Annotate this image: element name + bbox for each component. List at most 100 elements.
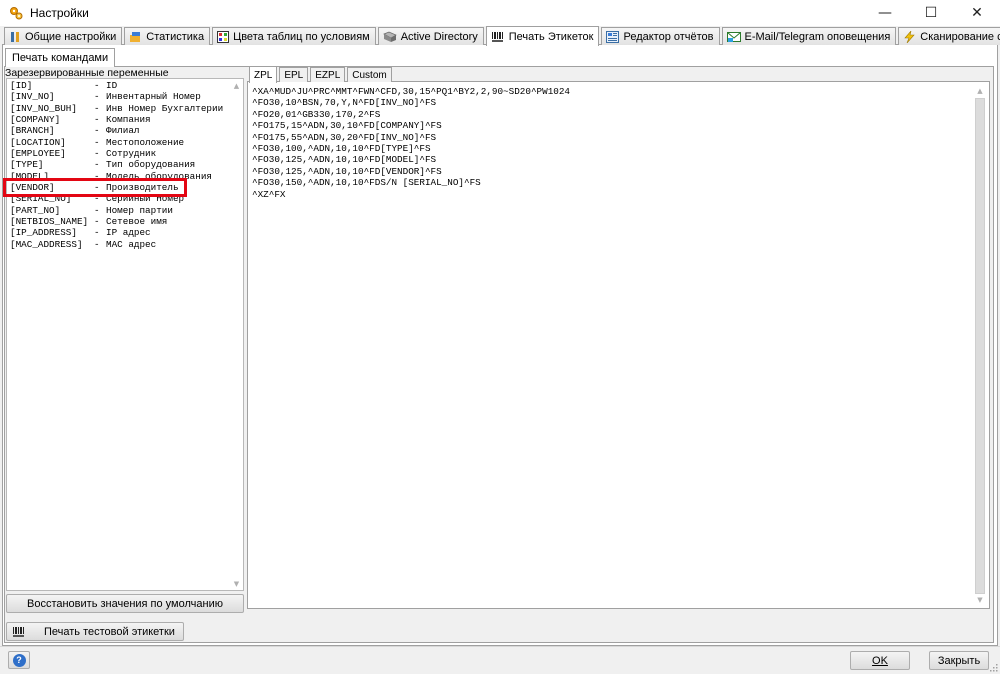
- tab-label: Редактор отчётов: [623, 30, 714, 43]
- variable-row[interactable]: [COMPANY] - Компания: [9, 114, 223, 125]
- variable-separator: -: [94, 216, 100, 228]
- variable-row[interactable]: [NETBIOS_NAME] - Сетевое имя: [9, 216, 223, 227]
- code-line: ^FO175,55^ADN,30,20^FD[INV_NO]^FS: [252, 131, 437, 143]
- variable-description: Тип оборудования: [106, 159, 196, 171]
- code-line: ^FO20,01^GB330,170,2^FS: [252, 108, 381, 120]
- tab-label-printing[interactable]: Печать Этикеток: [485, 26, 600, 46]
- variable-description: MAC адрес: [106, 238, 157, 250]
- variable-description: IP адрес: [106, 227, 151, 239]
- tab-label: Общие настройки: [25, 30, 117, 43]
- variable-separator: -: [94, 159, 100, 171]
- tab-email-telegram[interactable]: E-Mail/Telegram оповещения: [721, 27, 897, 45]
- window-title: Настройки: [30, 6, 89, 20]
- variable-description: Сетевое имя: [106, 216, 168, 228]
- variable-row[interactable]: [INV_NO_BUH] - Инв Номер Бухгалтерии: [9, 103, 223, 114]
- scroll-up-arrow-icon[interactable]: ▲: [973, 84, 987, 98]
- variable-row[interactable]: [EMPLOYEE] - Сотрудник: [9, 148, 223, 159]
- print-test-label-button[interactable]: Печать тестовой этикетки: [6, 622, 184, 641]
- code-line: ^XZ^FX: [252, 188, 286, 200]
- bottom-separator: [0, 646, 1000, 647]
- variable-description: Филиал: [106, 125, 140, 137]
- maximize-button[interactable]: ☐: [908, 0, 954, 26]
- variable-description: Сотрудник: [106, 148, 157, 160]
- variable-row[interactable]: [INV_NO] - Инвентарный Номер: [9, 91, 223, 102]
- code-line: ^XA^MUD^JU^PRC^MMT^FWN^CFD,30,15^PQ1^BY2…: [252, 86, 571, 97]
- tab-report-editor[interactable]: Редактор отчётов: [601, 27, 720, 45]
- variable-name: [EMPLOYEE]: [10, 148, 66, 160]
- variable-separator: -: [94, 125, 100, 137]
- tab-label: E-Mail/Telegram оповещения: [744, 30, 891, 43]
- tab-label: Active Directory: [400, 30, 478, 43]
- ok-button[interactable]: OK: [850, 651, 910, 670]
- close-button[interactable]: Закрыть: [929, 651, 989, 670]
- scroll-up-arrow-icon[interactable]: ▲: [230, 79, 243, 92]
- scroll-down-arrow-icon[interactable]: ▼: [230, 577, 243, 590]
- variable-name: [INV_NO_BUH]: [10, 102, 77, 114]
- variable-name: [PART_NO]: [10, 204, 61, 216]
- code-line: ^FO30,125,^ADN,10,10^FD[VENDOR]^FS: [252, 165, 442, 177]
- editor-tab-strip: ZPL EPL EZPL Custom: [249, 66, 394, 83]
- tab-print-commands[interactable]: Печать командами: [5, 48, 116, 67]
- tab-table-colors[interactable]: Цвета таблиц по условиям: [212, 27, 376, 45]
- main-tab-strip: Общие настройки Статистика Цвета таблиц …: [4, 26, 1000, 46]
- variable-row[interactable]: [LOCATION] - Местоположение: [9, 137, 223, 148]
- variable-row[interactable]: [ID] - ID: [9, 80, 223, 91]
- tab-label: Статистика: [146, 30, 205, 43]
- variable-name: [ID]: [10, 80, 33, 91]
- variable-name: [NETBIOS_NAME]: [10, 216, 89, 228]
- variable-description: Местоположение: [106, 136, 185, 148]
- variable-name: [TYPE]: [10, 159, 44, 171]
- code-line: ^FO30,150,^ADN,10,10^FDS/N [SERIAL_NO]^F…: [252, 177, 481, 189]
- variable-separator: -: [94, 114, 100, 126]
- code-line: ^FO175,15^ADN,30,10^FD[COMPANY]^FS: [252, 120, 442, 132]
- variable-name: [IP_ADDRESS]: [10, 227, 77, 239]
- variable-name: [INV_NO]: [10, 91, 55, 103]
- variable-row[interactable]: [IP_ADDRESS] - IP адрес: [9, 227, 223, 238]
- variable-separator: -: [94, 80, 100, 91]
- variables-scrollbar[interactable]: ▲ ▼: [230, 79, 243, 590]
- button-label: Печать тестовой этикетки: [44, 625, 175, 638]
- tab-zpl[interactable]: ZPL: [249, 66, 278, 83]
- tab-label: Сканирование сети: [920, 30, 1000, 43]
- tab-statistics[interactable]: Статистика: [124, 27, 211, 45]
- code-line: ^FO30,10^BSN,70,Y,N^FD[INV_NO]^FS: [252, 97, 437, 109]
- tab-ezpl[interactable]: EZPL: [310, 67, 346, 82]
- editor-scrollbar[interactable]: ▲ ▼: [973, 84, 987, 607]
- variables-list-box[interactable]: [ID] - ID [INV_NO] - Инвентарный Номер [INV_NO…: [6, 78, 244, 591]
- variable-description: Инв Номер Бухгалтерии: [106, 102, 224, 114]
- tab-general-settings[interactable]: Общие настройки: [4, 27, 123, 45]
- variable-name: [BRANCH]: [10, 125, 55, 137]
- tab-active-directory[interactable]: Active Directory: [377, 27, 484, 45]
- network-scan-icon: [904, 30, 915, 43]
- restore-defaults-button[interactable]: Восстановить значения по умолчанию: [6, 594, 244, 613]
- variable-separator: -: [94, 238, 100, 250]
- variable-row[interactable]: [BRANCH] - Филиал: [9, 125, 223, 136]
- tab-custom[interactable]: Custom: [347, 67, 392, 82]
- tab-label: Печать командами: [12, 52, 109, 64]
- email-icon: [726, 31, 741, 42]
- report-editor-icon: [606, 30, 620, 43]
- close-window-button[interactable]: ✕: [954, 0, 1000, 26]
- variable-description: ID: [106, 80, 118, 91]
- statistics-icon: [130, 31, 141, 42]
- variable-separator: -: [94, 136, 100, 148]
- resize-grip-icon[interactable]: [988, 662, 998, 672]
- help-button[interactable]: ?: [8, 651, 30, 669]
- variable-row[interactable]: [TYPE] - Тип оборудования: [9, 159, 223, 170]
- zpl-code-editor[interactable]: ^XA^MUD^JU^PRC^MMT^FWN^CFD,30,15^PQ1^BY2…: [252, 86, 570, 200]
- variable-row[interactable]: [MAC_ADDRESS] - MAC адрес: [9, 239, 223, 250]
- scroll-down-arrow-icon[interactable]: ▼: [973, 593, 987, 607]
- variable-row[interactable]: [PART_NO] - Номер партии: [9, 205, 223, 216]
- variable-description: Номер партии: [106, 204, 173, 216]
- help-icon: ?: [12, 653, 26, 667]
- color-grid-icon: [217, 30, 230, 43]
- variables-list: [ID] - ID [INV_NO] - Инвентарный Номер [INV_NO…: [9, 80, 223, 250]
- code-line: ^FO30,100,^ADN,10,10^FD[TYPE]^FS: [252, 143, 431, 155]
- tab-network-scan[interactable]: Сканирование сети: [898, 27, 1000, 45]
- variable-name: [MAC_ADDRESS]: [10, 238, 83, 250]
- scrollbar-thumb[interactable]: [975, 98, 985, 594]
- minimize-button[interactable]: —: [862, 0, 908, 26]
- barcode-icon: [491, 31, 503, 42]
- tab-epl[interactable]: EPL: [279, 67, 309, 82]
- settings-wrench-icon: [11, 31, 19, 42]
